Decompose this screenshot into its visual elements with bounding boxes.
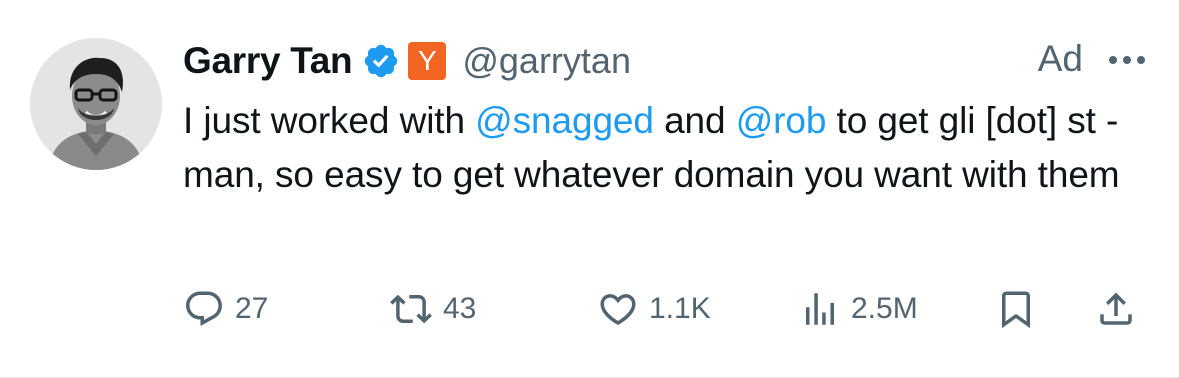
like-count: 1.1K <box>649 292 711 325</box>
share-icon <box>1095 288 1137 330</box>
ad-label: Ad <box>1037 38 1083 79</box>
action-bar: 27 43 1.1K 2.5M <box>183 284 1153 334</box>
retweet-button[interactable]: 43 <box>389 284 476 334</box>
more-dots-icon[interactable] <box>1103 42 1151 78</box>
reply-count: 27 <box>235 292 269 325</box>
tweet-text-part: and <box>653 100 736 141</box>
like-button[interactable]: 1.1K <box>597 284 711 334</box>
retweet-icon <box>389 288 433 330</box>
bookmark-icon <box>995 288 1037 330</box>
reply-icon <box>183 288 225 330</box>
mention-link[interactable]: @snagged <box>475 100 654 141</box>
views-button[interactable]: 2.5M <box>799 284 918 334</box>
affiliation-badge[interactable]: Y <box>408 42 447 80</box>
tweet-card[interactable]: Garry Tan Y @garrytan Ad I just worked w… <box>0 0 1179 378</box>
author-name[interactable]: Garry Tan <box>183 40 353 82</box>
avatar-image <box>30 38 162 170</box>
reply-button[interactable]: 27 <box>183 284 268 334</box>
avatar[interactable] <box>30 38 162 170</box>
retweet-count: 43 <box>443 292 477 325</box>
share-button[interactable] <box>1095 284 1137 334</box>
verified-badge-icon[interactable] <box>362 42 400 80</box>
views-count: 2.5M <box>851 292 918 325</box>
author-handle[interactable]: @garrytan <box>462 40 631 82</box>
bookmark-button[interactable] <box>995 284 1037 334</box>
tweet-header: Garry Tan Y @garrytan <box>183 36 631 86</box>
heart-icon <box>597 288 639 330</box>
tweet-text-part: I just worked with <box>183 100 476 141</box>
views-icon <box>799 288 841 330</box>
mention-link[interactable]: @rob <box>736 100 827 141</box>
tweet-text: I just worked with @snagged and @rob to … <box>183 94 1163 202</box>
